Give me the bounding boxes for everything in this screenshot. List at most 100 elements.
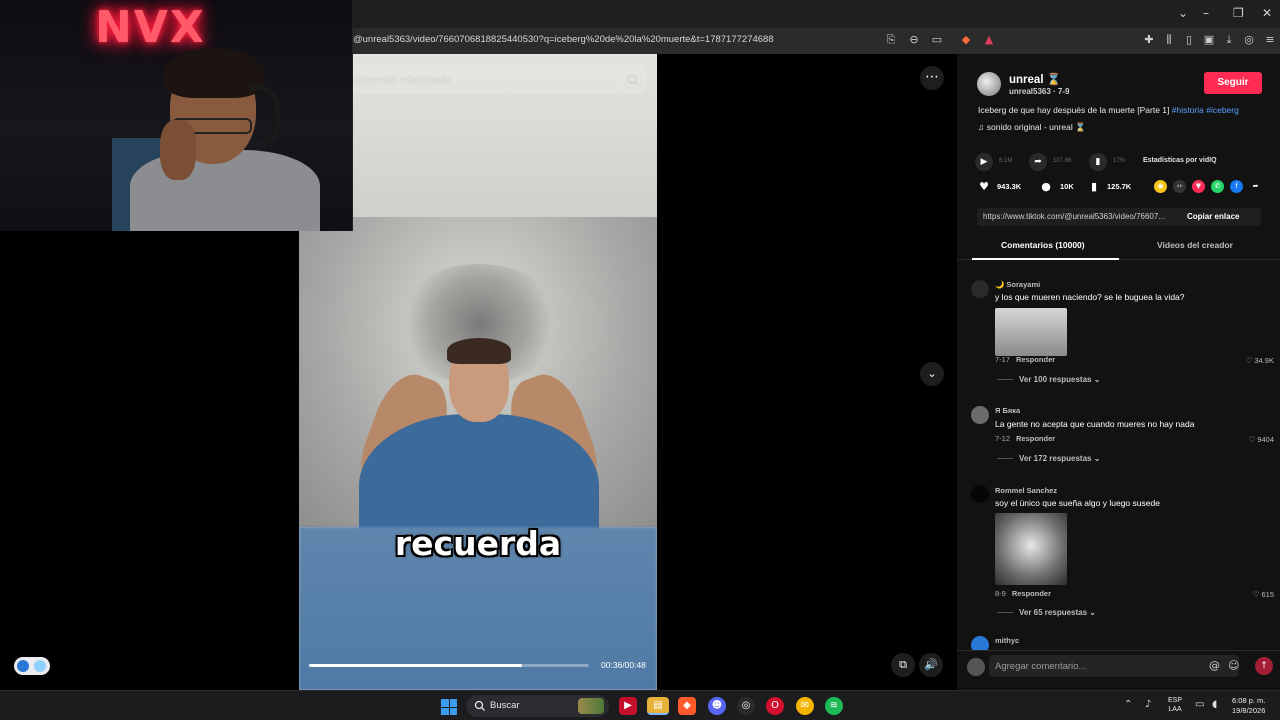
my-avatar: [967, 658, 985, 676]
chat-app-icon[interactable]: ✉: [796, 697, 814, 715]
language-indicator[interactable]: ESP LAA: [1168, 696, 1182, 714]
bar-chart-icon[interactable]: ▮: [1089, 153, 1107, 171]
comment-user[interactable]: Rommel Sanchez: [995, 486, 1057, 495]
sound-link[interactable]: ♫ sonido original - unreal ⌛: [978, 122, 1086, 133]
minimize-icon[interactable]: –: [1203, 6, 1209, 20]
vidiq-stats-row: ▶ 6.1M ➦ 107.6K ▮ 17% Estadísticas por v…: [975, 153, 1275, 171]
hashtags[interactable]: #historia #iceberg: [1172, 105, 1239, 115]
file-explorer-app-icon[interactable]: ▤: [647, 697, 669, 715]
close-icon[interactable]: ✕: [1262, 6, 1272, 20]
floating-player-button[interactable]: ⧉: [891, 653, 915, 677]
vpn-icon[interactable]: ◎: [1242, 33, 1256, 47]
comment-meta: 7-12 Responder: [995, 434, 1055, 443]
volume-tray-icon[interactable]: ◖: [1212, 699, 1217, 710]
volume-button[interactable]: 🔊: [919, 653, 943, 677]
library-icon[interactable]: ⫼: [1162, 33, 1176, 47]
comment-avatar[interactable]: [971, 406, 989, 424]
brave-app-icon[interactable]: ◆: [678, 697, 696, 715]
engagement-faint: 17%: [1113, 158, 1126, 164]
creator-avatar[interactable]: [977, 72, 1001, 96]
creator-name[interactable]: unreal ⌛: [1009, 72, 1061, 86]
emoji-icon[interactable]: ☺: [1228, 659, 1239, 672]
brave-shield-icon[interactable]: ◆: [959, 33, 973, 47]
comment-user[interactable]: Я Бяка: [995, 406, 1020, 415]
follow-button[interactable]: Seguir: [1204, 72, 1262, 94]
wallet-icon[interactable]: ▣: [1202, 33, 1216, 47]
description-text: Iceberg de que hay después de la muerte …: [978, 105, 1170, 115]
search-button[interactable]: [621, 70, 641, 90]
comment-sticker-image: [995, 513, 1067, 585]
related-search-input[interactable]: [353, 72, 613, 88]
comment-avatar[interactable]: [971, 485, 989, 503]
youtube-app-icon[interactable]: ▶: [619, 697, 637, 715]
restore-icon[interactable]: ❐: [1233, 6, 1244, 20]
heart-icon[interactable]: ♥: [977, 180, 991, 194]
related-search-box[interactable]: [340, 66, 646, 93]
view-replies-button[interactable]: Ver 100 respuestas ⌄: [997, 375, 1100, 384]
send-comment-button[interactable]: ↑: [1255, 657, 1273, 675]
comment-input[interactable]: [989, 655, 1239, 677]
shares-faint: 107.6K: [1053, 158, 1073, 164]
start-button[interactable]: [441, 699, 457, 715]
network-icon[interactable]: ▭: [1195, 699, 1204, 710]
bookmark-icon[interactable]: ▮: [1087, 180, 1101, 194]
comment-user[interactable]: 🌙 Sorayami: [995, 280, 1040, 289]
windows-logo-icon: [441, 707, 449, 715]
comment-likes[interactable]: ♡ 9404: [1249, 435, 1275, 444]
extensions-icon[interactable]: ✚: [1142, 33, 1156, 47]
reply-button[interactable]: Responder: [1016, 355, 1055, 364]
share-more-icon[interactable]: ➦: [1249, 180, 1262, 193]
next-video-button[interactable]: ⌄: [920, 362, 944, 386]
comment-date: 8-9: [995, 589, 1006, 598]
copy-link-button[interactable]: Copiar enlace: [1187, 212, 1239, 221]
screen-icon[interactable]: ▭: [930, 33, 944, 47]
sidebar-icon[interactable]: ▯: [1182, 33, 1196, 47]
tab-list-chevron-icon[interactable]: ⌄: [1178, 6, 1188, 20]
tab-comments[interactable]: Comentarios (10000): [1001, 240, 1085, 250]
brave-rewards-icon[interactable]: ▲: [982, 33, 996, 47]
obs-app-icon[interactable]: ◎: [737, 697, 755, 715]
taskbar-search[interactable]: Buscar: [466, 695, 609, 717]
spotify-app-icon[interactable]: ≋: [825, 697, 843, 715]
comment-user[interactable]: mithyc: [995, 636, 1019, 645]
mention-icon[interactable]: @: [1209, 659, 1220, 672]
facebook-icon[interactable]: f: [1230, 180, 1243, 193]
panel-tabs: Comentarios (10000) Videos del creador: [957, 234, 1280, 260]
system-clock[interactable]: 6:08 p. m. 19/8/2026: [1232, 696, 1265, 716]
comment-avatar[interactable]: [971, 636, 989, 650]
embed-icon[interactable]: ‹›: [1173, 180, 1186, 193]
coin-share-icon[interactable]: ◉: [1154, 180, 1167, 193]
extension-icon: [17, 660, 29, 672]
extension-toggle[interactable]: [14, 657, 50, 675]
video-link-text[interactable]: https://www.tiktok.com/@unreal5363/video…: [983, 212, 1183, 221]
windows-logo-icon: [441, 699, 449, 707]
view-replies-button[interactable]: Ver 172 respuestas ⌄: [997, 454, 1100, 463]
opera-app-icon[interactable]: O: [766, 697, 784, 715]
play-icon[interactable]: ▶: [975, 153, 993, 171]
chevron-down-icon: ⌄: [927, 367, 937, 380]
comment-likes[interactable]: ♡ 615: [1253, 590, 1274, 599]
comment-icon[interactable]: ●: [1039, 180, 1053, 194]
tab-creator-videos[interactable]: Videos del creador: [1157, 240, 1233, 250]
whatsapp-icon[interactable]: ✆: [1211, 180, 1224, 193]
send-icon[interactable]: ▼: [1192, 180, 1205, 193]
download-icon[interactable]: ⤓: [1222, 33, 1236, 47]
video-time: 00:36/00:48: [601, 660, 646, 670]
view-replies-button[interactable]: Ver 65 respuestas ⌄: [997, 608, 1096, 617]
webcam-overlay: NVX: [0, 0, 353, 231]
reply-button[interactable]: Responder: [1012, 589, 1051, 598]
video-progress-bar[interactable]: [309, 664, 589, 667]
microphone-icon[interactable]: ♪: [1145, 699, 1151, 710]
comment-avatar[interactable]: [971, 280, 989, 298]
arrow-up-icon: ↑: [1260, 661, 1268, 671]
share-arrow-icon[interactable]: ➦: [1029, 153, 1047, 171]
url-text[interactable]: @unreal5363/video/7660706818825440530?q=…: [353, 34, 774, 45]
menu-icon[interactable]: ≡: [1263, 33, 1277, 47]
tray-overflow-icon[interactable]: ⌃: [1124, 699, 1132, 710]
comment-likes[interactable]: ♡ 34.9K: [1246, 356, 1274, 365]
more-options-button[interactable]: ⋯: [920, 66, 944, 90]
translate-icon[interactable]: ⎘: [884, 33, 898, 47]
zoom-icon[interactable]: ⊖: [907, 33, 921, 47]
reply-button[interactable]: Responder: [1016, 434, 1055, 443]
discord-app-icon[interactable]: ☻: [708, 697, 726, 715]
